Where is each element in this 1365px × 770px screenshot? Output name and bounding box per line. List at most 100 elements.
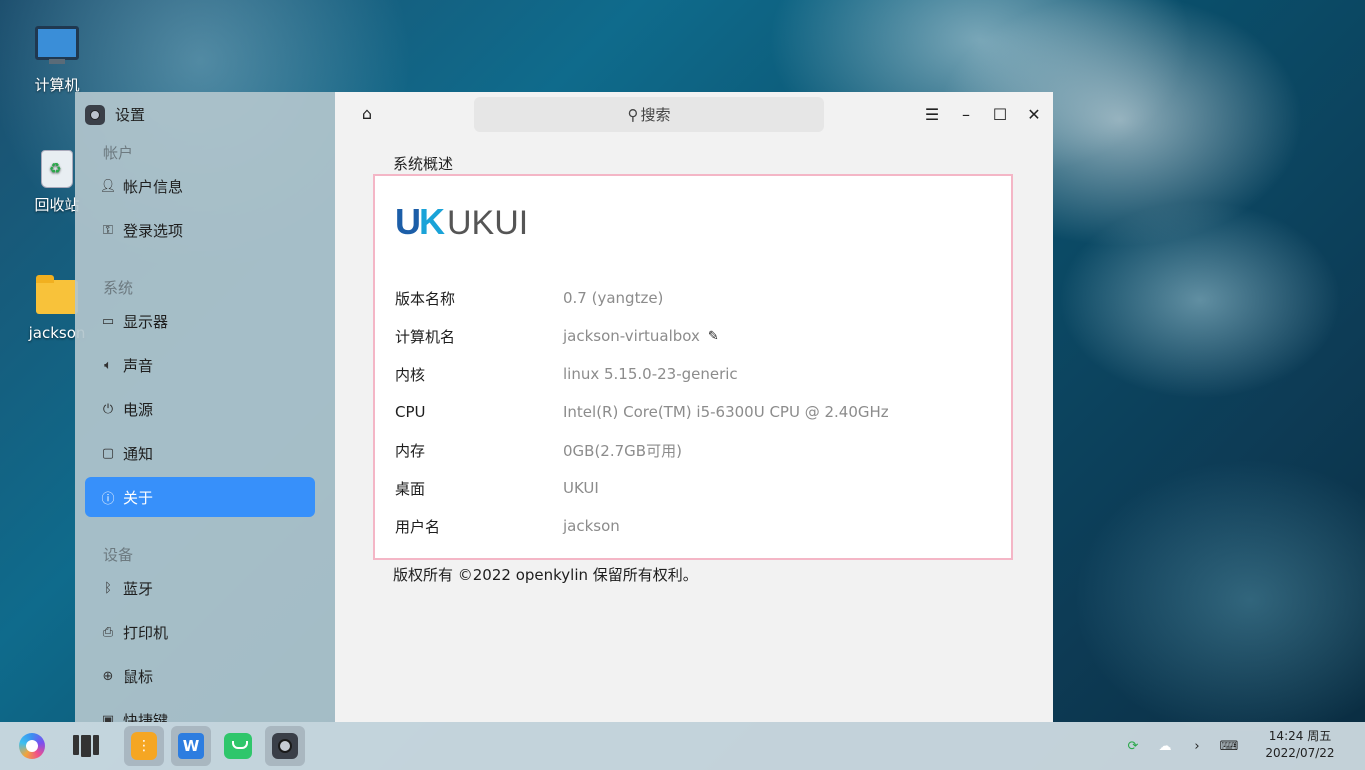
info-row-memory: 内存 0GB(2.7GB可用) xyxy=(395,438,682,462)
group-label-devices: 设备 xyxy=(103,546,134,564)
sync-status-icon[interactable]: ⟳ xyxy=(1123,736,1143,756)
menu-icon[interactable]: ☰ xyxy=(918,100,946,128)
keyboard-layout-icon[interactable]: ⌨ xyxy=(1219,736,1239,756)
sidebar-item-label: 登录选项 xyxy=(123,221,184,240)
clock-date: 2022/07/22 xyxy=(1265,746,1335,760)
info-key: 内存 xyxy=(395,441,426,460)
search-icon: ⚲ xyxy=(627,105,639,124)
keyboard-icon: ▣ xyxy=(101,712,115,723)
file-manager-icon: ⋮ xyxy=(131,732,157,760)
sidebar-item-account-info[interactable]: 👤︎ 帐户信息 xyxy=(85,166,315,206)
info-icon: ⓘ xyxy=(101,491,115,507)
sidebar-item-power[interactable]: ⏻ 电源 xyxy=(85,389,315,429)
sidebar-item-label: 显示器 xyxy=(123,312,169,331)
info-row-version: 版本名称 0.7 (yangtze) xyxy=(395,286,663,310)
settings-taskbar-button[interactable] xyxy=(265,726,305,766)
power-icon: ⏻ xyxy=(102,401,114,417)
software-store-icon xyxy=(224,733,252,759)
mouse-icon: ⊕ xyxy=(102,668,114,684)
info-value: UKUI xyxy=(563,479,599,497)
minimize-icon[interactable]: – xyxy=(952,100,980,128)
info-row-desktop: 桌面 UKUI xyxy=(395,476,599,500)
app-title-label: 设置 xyxy=(115,106,146,124)
multitask-icon xyxy=(73,735,99,757)
sidebar-item-label: 声音 xyxy=(123,356,154,375)
sidebar-item-shortcuts[interactable]: ▣ 快捷键 xyxy=(85,700,315,723)
ukui-logo: UK UKUI xyxy=(395,201,529,242)
start-menu-button[interactable] xyxy=(12,726,52,766)
sidebar-item-login-options[interactable]: ⚿ 登录选项 xyxy=(85,210,315,250)
settings-app-icon xyxy=(85,104,105,125)
maximize-icon[interactable]: ☐ xyxy=(986,100,1014,128)
info-key: CPU xyxy=(395,403,426,421)
home-icon[interactable]: ⌂ xyxy=(357,104,377,124)
sidebar-item-label: 电源 xyxy=(123,400,154,419)
chevron-right-icon[interactable]: › xyxy=(1187,736,1207,756)
folder-icon xyxy=(36,275,78,314)
desktop-icon-computer[interactable]: 计算机 xyxy=(21,22,93,95)
ukui-logo-text: UKUI xyxy=(447,204,529,242)
wps-button[interactable]: W xyxy=(171,726,211,766)
info-value: 0.7 (yangtze) xyxy=(563,289,664,307)
section-title: 系统概述 xyxy=(393,155,454,173)
info-value: jackson xyxy=(563,517,620,535)
sidebar-item-label: 通知 xyxy=(123,444,154,463)
sidebar-item-sound[interactable]: 🔈︎ 声音 xyxy=(85,345,315,385)
ukui-logo-mark: UK xyxy=(395,201,445,242)
edit-pencil-icon[interactable]: ✎ xyxy=(708,329,719,344)
group-label-system: 系统 xyxy=(103,279,134,297)
info-key: 内核 xyxy=(395,365,426,384)
taskbar: ⋮ W ⟳ ☁ › ⌨ 14:24 周五 2022/07/22 xyxy=(0,722,1365,770)
settings-main: ⌂ ⚲ 搜索 ☰ – ☐ ✕ 系统概述 UK UKUI 版本名称 0.7 (ya… xyxy=(335,92,1053,722)
copyright-text: 版权所有 ©2022 openkylin 保留所有权利。 xyxy=(393,566,698,584)
start-menu-icon xyxy=(19,733,45,759)
settings-sidebar: 设置 帐户 👤︎ 帐户信息 ⚿ 登录选项 系统 ▭ 显示器 🔈︎ 声音 ⏻ 电源… xyxy=(75,92,335,722)
sidebar-item-display[interactable]: ▭ 显示器 xyxy=(85,301,315,341)
software-store-button[interactable] xyxy=(218,726,258,766)
wps-office-icon: W xyxy=(178,733,204,759)
info-value: 0GB(2.7GB可用) xyxy=(563,441,682,460)
sidebar-item-label: 帐户信息 xyxy=(123,177,184,196)
settings-icon xyxy=(272,733,298,759)
info-key: 用户名 xyxy=(395,517,441,536)
group-label-account: 帐户 xyxy=(103,144,134,162)
info-value: Intel(R) Core(TM) i5-6300U CPU @ 2.40GHz xyxy=(563,403,889,421)
system-overview-panel: UK UKUI 版本名称 0.7 (yangtze) 计算机名 jackson-… xyxy=(373,174,1013,560)
search-placeholder: 搜索 xyxy=(640,106,671,124)
info-row-username: 用户名 jackson xyxy=(395,514,620,538)
sidebar-item-label: 快捷键 xyxy=(123,711,169,723)
info-key: 版本名称 xyxy=(395,289,456,308)
sidebar-item-bluetooth[interactable]: ᛒ 蓝牙 xyxy=(85,568,315,608)
info-key: 计算机名 xyxy=(395,327,456,346)
sidebar-item-label: 蓝牙 xyxy=(123,579,154,598)
sidebar-item-mouse[interactable]: ⊕ 鼠标 xyxy=(85,656,315,696)
sidebar-item-label: 关于 xyxy=(123,488,154,507)
info-row-hostname: 计算机名 jackson-virtualbox ✎ xyxy=(395,324,719,348)
info-row-kernel: 内核 linux 5.15.0-23-generic xyxy=(395,362,738,386)
recycle-bin-icon: ♻ xyxy=(41,150,73,188)
bluetooth-icon: ᛒ xyxy=(104,580,112,596)
info-key: 桌面 xyxy=(395,479,426,498)
cloud-icon[interactable]: ☁ xyxy=(1155,736,1175,756)
close-icon[interactable]: ✕ xyxy=(1020,100,1048,128)
sidebar-item-about[interactable]: ⓘ 关于 xyxy=(85,477,315,517)
key-icon: ⚿ xyxy=(103,222,113,238)
search-input[interactable]: ⚲ 搜索 xyxy=(474,97,824,132)
settings-window: 设置 帐户 👤︎ 帐户信息 ⚿ 登录选项 系统 ▭ 显示器 🔈︎ 声音 ⏻ 电源… xyxy=(75,92,1053,722)
speaker-icon: 🔈︎ xyxy=(104,357,112,373)
sidebar-item-notifications[interactable]: ▢ 通知 xyxy=(85,433,315,473)
sidebar-item-label: 打印机 xyxy=(123,623,169,642)
file-manager-button[interactable]: ⋮ xyxy=(124,726,164,766)
taskbar-clock[interactable]: 14:24 周五 2022/07/22 xyxy=(1258,728,1342,762)
monitor-icon xyxy=(35,26,79,64)
info-value: linux 5.15.0-23-generic xyxy=(563,365,738,383)
notification-icon: ▢ xyxy=(101,445,115,461)
info-value: jackson-virtualbox xyxy=(563,327,700,345)
multitask-view-button[interactable] xyxy=(66,726,106,766)
user-icon: 👤︎ xyxy=(99,178,117,194)
sidebar-item-label: 鼠标 xyxy=(123,667,154,686)
info-row-cpu: CPU Intel(R) Core(TM) i5-6300U CPU @ 2.4… xyxy=(395,400,889,424)
clock-time: 14:24 周五 xyxy=(1268,729,1332,743)
sidebar-item-printer[interactable]: ⎙ 打印机 xyxy=(85,612,315,652)
printer-icon: ⎙ xyxy=(102,624,114,640)
